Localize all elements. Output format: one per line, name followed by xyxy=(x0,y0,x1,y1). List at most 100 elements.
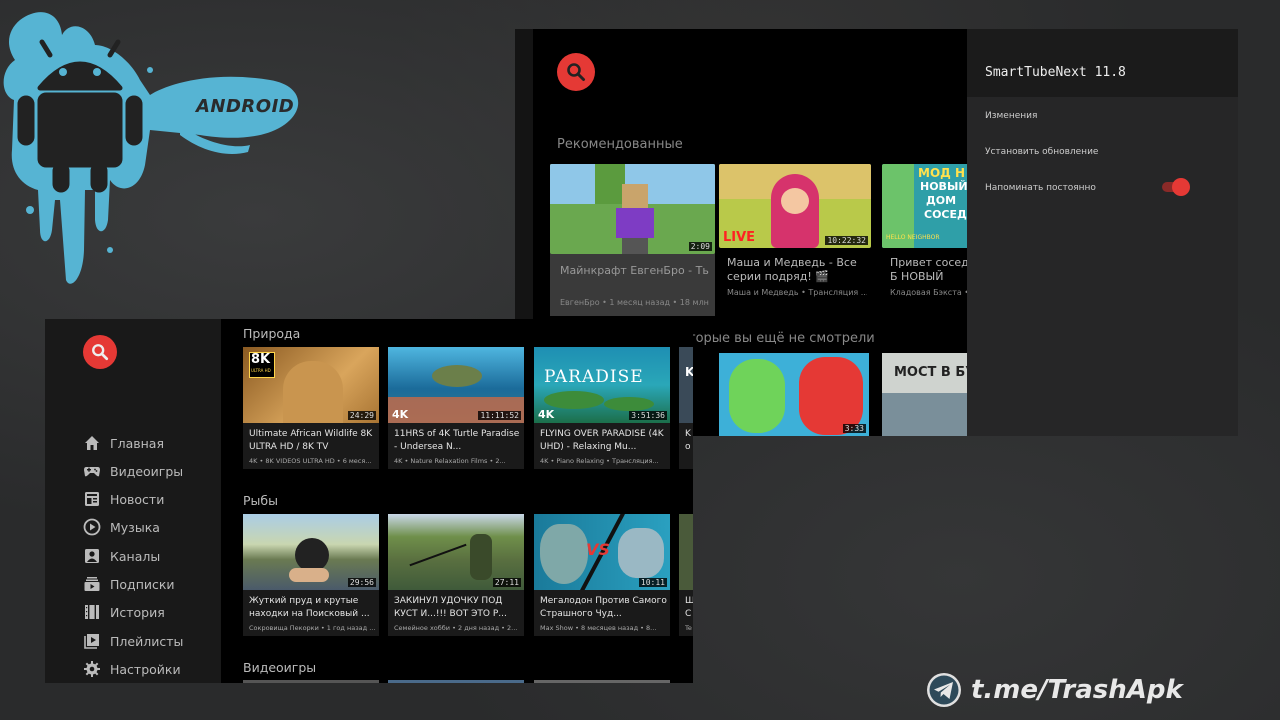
section-title: Видеоигры xyxy=(243,660,317,675)
video-thumbnail: 8K ULTRA HD 24:29 xyxy=(243,347,379,423)
video-info: ЗАКИНУЛ УДОЧКУ ПОД КУСТ И...!!! ВОТ ЭТО … xyxy=(388,590,524,636)
remind-always-toggle[interactable] xyxy=(1162,176,1192,198)
video-meta: Кладовая Бэкста • xyxy=(890,288,970,297)
playlists-icon xyxy=(84,634,99,649)
video-duration: 3:51:36 xyxy=(629,411,667,420)
video-card-peek[interactable] xyxy=(243,680,379,683)
telegram-watermark: t.me/TrashApk xyxy=(925,670,1183,710)
settings-title: SmartTubeNext 11.8 xyxy=(985,65,1126,80)
sidebar-item-label: Музыка xyxy=(110,519,160,535)
remind-always-item[interactable]: Напоминать постоянно xyxy=(985,183,1096,193)
video-duration: 10:22:32 xyxy=(825,236,868,245)
video-title: Майнкрафт ЕвгенБро - Ть xyxy=(560,264,709,277)
video-card[interactable]: PARADISE 4K 3:51:36 FLYING OVER PARADISE… xyxy=(534,347,670,469)
video-info: Мегалодон Против Самого Страшного Чуд...… xyxy=(534,590,670,636)
quality-badge-sub: ULTRA HD xyxy=(251,368,271,373)
quality-badge: 8K xyxy=(251,352,271,367)
video-title: Привет сосед Б НОВЫЙ ДОМ СОС xyxy=(890,256,969,283)
thumbnail-text: VS xyxy=(586,540,610,559)
video-thumbnail: K xyxy=(679,347,693,423)
sidebar-item-home[interactable]: Главная xyxy=(83,433,164,453)
video-meta: ЕвгенБро • 1 месяц назад • 18 млн xyxy=(560,298,709,307)
sidebar-item-subscriptions[interactable]: Подписки xyxy=(83,574,175,594)
video-thumbnail: 4K 11:11:52 xyxy=(388,347,524,423)
video-info: K o xyxy=(679,423,693,469)
live-badge: LIVE xyxy=(723,230,756,245)
video-title: 11HRS of 4K Turtle Paradise - Undersea N… xyxy=(394,429,520,452)
sidebar-item-channels[interactable]: Каналы xyxy=(83,546,160,566)
video-card[interactable]: 29:56 Жуткий пруд и крутые находки на По… xyxy=(243,514,379,636)
sidebar-item-label: Новости xyxy=(110,491,165,507)
android-logo xyxy=(3,12,299,284)
video-card[interactable]: МОСТ В БУ xyxy=(882,353,972,436)
thumbnail-text: МОСТ В БУ xyxy=(894,365,972,380)
sidebar-item-label: Подписки xyxy=(110,576,175,592)
row-title-recommended: Рекомендованные xyxy=(557,137,683,152)
update-settings-panel: SmartTubeNext 11.8 Изменения Установить … xyxy=(967,29,1238,436)
sidebar-item-games[interactable]: Видеоигры xyxy=(83,461,183,481)
thumbnail-text: HELLO NEIGHBOR xyxy=(886,234,940,241)
front-app-window: Главная Видеоигры Новости Музыка Каналы … xyxy=(45,319,693,683)
thumbnail-text: K xyxy=(685,365,693,379)
search-button[interactable] xyxy=(83,335,117,369)
video-card-peek[interactable] xyxy=(534,680,670,683)
video-title: ЗАКИНУЛ УДОЧКУ ПОД КУСТ И...!!! ВОТ ЭТО … xyxy=(394,596,507,619)
video-info: Ш С Te xyxy=(679,590,693,636)
watermark-text: t.me/TrashApk xyxy=(971,675,1183,705)
video-title: Жуткий пруд и крутые находки на Поисковы… xyxy=(249,596,370,619)
thumbnail-text: НОВЫЙ xyxy=(920,180,968,193)
video-thumbnail: VS 10:11 xyxy=(534,514,670,590)
video-thumbnail: МОД Н НОВЫЙ ДОМ СОСЕД HELLO NEIGHBOR xyxy=(882,164,972,248)
video-title: Ш С xyxy=(685,596,693,619)
sidebar-item-history[interactable]: История xyxy=(83,602,165,622)
row-title-unseen: торые вы ещё не смотрели xyxy=(688,331,875,346)
video-info: FLYING OVER PARADISE (4K UHD) - Relaxing… xyxy=(534,423,670,469)
video-card[interactable]: 4K 11:11:52 11HRS of 4K Turtle Paradise … xyxy=(388,347,524,469)
settings-header xyxy=(967,29,1238,97)
news-icon xyxy=(85,492,99,506)
thumbnail-text: МОД Н xyxy=(918,166,966,180)
thumbnail-text: СОСЕД xyxy=(924,208,967,221)
gamepad-icon xyxy=(84,467,100,477)
sidebar-item-label: Главная xyxy=(110,435,164,451)
video-card[interactable]: Ш С Te xyxy=(679,514,693,636)
sidebar-item-label: Каналы xyxy=(110,548,161,564)
video-card[interactable]: МОД Н НОВЫЙ ДОМ СОСЕД HELLO NEIGHBOR При… xyxy=(882,164,972,304)
telegram-icon xyxy=(927,673,961,707)
subscriptions-icon xyxy=(84,577,100,591)
video-duration: 3:33 xyxy=(842,424,866,433)
video-meta: Max Show • 8 месяцев назад • 8... xyxy=(540,624,657,632)
video-card-peek[interactable] xyxy=(388,680,524,683)
history-icon xyxy=(85,605,99,619)
video-card[interactable]: 2:09 Майнкрафт ЕвгенБро - Ть ЕвгенБро • … xyxy=(550,164,715,316)
music-icon xyxy=(83,518,101,536)
sidebar-item-settings[interactable]: Настройки xyxy=(83,659,181,679)
search-button[interactable] xyxy=(557,53,595,91)
video-info: Ultimate African Wildlife 8K ULTRA HD / … xyxy=(243,423,379,469)
video-card[interactable]: VS 10:11 Мегалодон Против Самого Страшно… xyxy=(534,514,670,636)
sidebar-item-news[interactable]: Новости xyxy=(83,489,164,509)
home-icon xyxy=(85,436,99,450)
android-wordmark: ANDROID xyxy=(196,96,295,117)
sidebar-item-label: Плейлисты xyxy=(110,633,184,649)
sidebar-item-music[interactable]: Музыка xyxy=(83,517,160,537)
video-card[interactable]: LIVE 10:22:32 Маша и Медведь - Все серии… xyxy=(719,164,871,304)
video-duration: 29:56 xyxy=(347,578,376,587)
video-duration: 11:11:52 xyxy=(478,411,521,420)
video-card[interactable]: K K o xyxy=(679,347,693,469)
video-meta: 4K • Nature Relaxation Films • 2... xyxy=(394,457,506,465)
video-meta: Семейное хобби • 2 дня назад • 2... xyxy=(394,624,518,632)
video-thumbnail: LIVE 10:22:32 xyxy=(719,164,871,248)
video-duration: 2:09 xyxy=(688,242,712,251)
video-card[interactable]: 8K ULTRA HD 24:29 Ultimate African Wildl… xyxy=(243,347,379,469)
video-card[interactable]: 3:33 xyxy=(719,353,869,436)
changelog-item[interactable]: Изменения xyxy=(985,111,1037,121)
sidebar-item-playlists[interactable]: Плейлисты xyxy=(83,631,183,651)
video-meta: Te xyxy=(685,624,692,632)
sidebar-item-label: История xyxy=(110,604,165,620)
sidebar-item-label: Видеоигры xyxy=(110,463,184,479)
sidebar: Главная Видеоигры Новости Музыка Каналы … xyxy=(45,319,221,683)
video-card[interactable]: 27:11 ЗАКИНУЛ УДОЧКУ ПОД КУСТ И...!!! ВО… xyxy=(388,514,524,636)
video-title: K o xyxy=(685,429,691,452)
install-update-item[interactable]: Установить обновление xyxy=(985,147,1098,157)
